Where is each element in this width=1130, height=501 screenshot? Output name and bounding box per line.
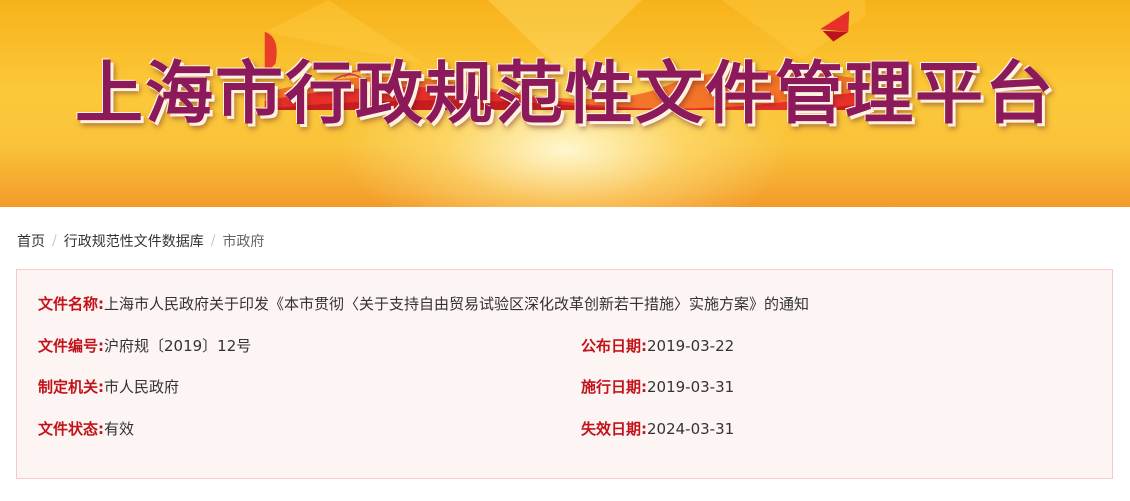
- effective-date-row: 施行日期:2019-03-31: [581, 377, 734, 397]
- status-row: 文件状态:有效: [38, 419, 134, 439]
- document-number-value: 沪府规〔2019〕12号: [104, 337, 252, 355]
- document-name-row: 文件名称:上海市人民政府关于印发《本市贯彻〈关于支持自由贸易试验区深化改革创新若…: [38, 294, 809, 314]
- site-title: 上海市行政规范性文件管理平台: [74, 55, 1055, 134]
- breadcrumb-separator: /: [52, 233, 57, 249]
- breadcrumb-database[interactable]: 行政规范性文件数据库: [64, 234, 204, 250]
- authority-value: 市人民政府: [104, 378, 180, 396]
- publish-date-value: 2019-03-22: [647, 337, 735, 355]
- breadcrumb: 首页 / 行政规范性文件数据库 / 市政府: [17, 231, 264, 251]
- breadcrumb-home[interactable]: 首页: [17, 234, 45, 250]
- publish-date-label: 公布日期:: [581, 337, 647, 355]
- document-number-row: 文件编号:沪府规〔2019〕12号: [38, 336, 251, 356]
- document-name-label: 文件名称:: [38, 295, 104, 313]
- document-number-label: 文件编号:: [38, 337, 104, 355]
- expiry-date-label: 失效日期:: [581, 420, 647, 438]
- breadcrumb-current: 市政府: [222, 234, 265, 250]
- status-label: 文件状态:: [38, 420, 104, 438]
- document-info-panel: 文件名称:上海市人民政府关于印发《本市贯彻〈关于支持自由贸易试验区深化改革创新若…: [16, 269, 1113, 479]
- publish-date-row: 公布日期:2019-03-22: [581, 336, 734, 356]
- authority-label: 制定机关:: [38, 378, 104, 396]
- expiry-date-value: 2024-03-31: [647, 420, 735, 438]
- breadcrumb-separator: /: [210, 233, 216, 249]
- header-banner: 上海市行政规范性文件管理平台: [0, 0, 1130, 207]
- status-value: 有效: [104, 420, 135, 438]
- effective-date-value: 2019-03-31: [647, 378, 735, 396]
- expiry-date-row: 失效日期:2024-03-31: [581, 419, 734, 439]
- document-name-value: 上海市人民政府关于印发《本市贯彻〈关于支持自由贸易试验区深化改革创新若干措施〉实…: [104, 295, 810, 313]
- effective-date-label: 施行日期:: [581, 378, 647, 396]
- authority-row: 制定机关:市人民政府: [38, 377, 179, 397]
